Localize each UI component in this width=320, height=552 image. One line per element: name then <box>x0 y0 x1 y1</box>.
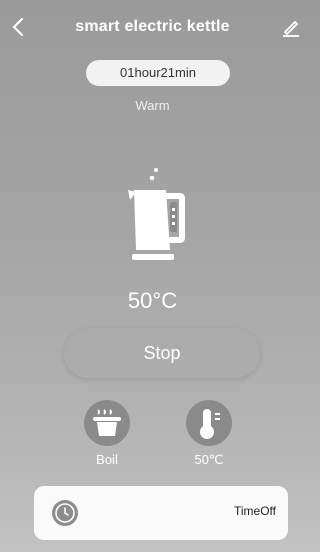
page-title: smart electric kettle <box>75 18 230 35</box>
timeoff-card[interactable]: TimeOff <box>34 486 288 540</box>
app-header: smart electric kettle <box>0 0 305 56</box>
mode-text: Warm <box>135 98 170 113</box>
thermometer-icon <box>200 409 220 439</box>
clock-icon <box>52 500 78 526</box>
temperature-label: 50℃ <box>194 452 224 467</box>
boil-button[interactable] <box>84 400 130 446</box>
timer-pill: 01hour21min <box>86 60 230 86</box>
kettle-icon <box>128 168 185 260</box>
pot-icon <box>93 409 121 436</box>
temperature-readout: 50°C <box>127 288 178 313</box>
timeoff-label: TimeOff <box>233 504 276 518</box>
stop-button[interactable]: Stop <box>64 328 260 378</box>
edit-icon[interactable] <box>279 14 301 40</box>
boil-label: Boil <box>96 452 118 467</box>
temperature-button[interactable] <box>186 400 232 446</box>
